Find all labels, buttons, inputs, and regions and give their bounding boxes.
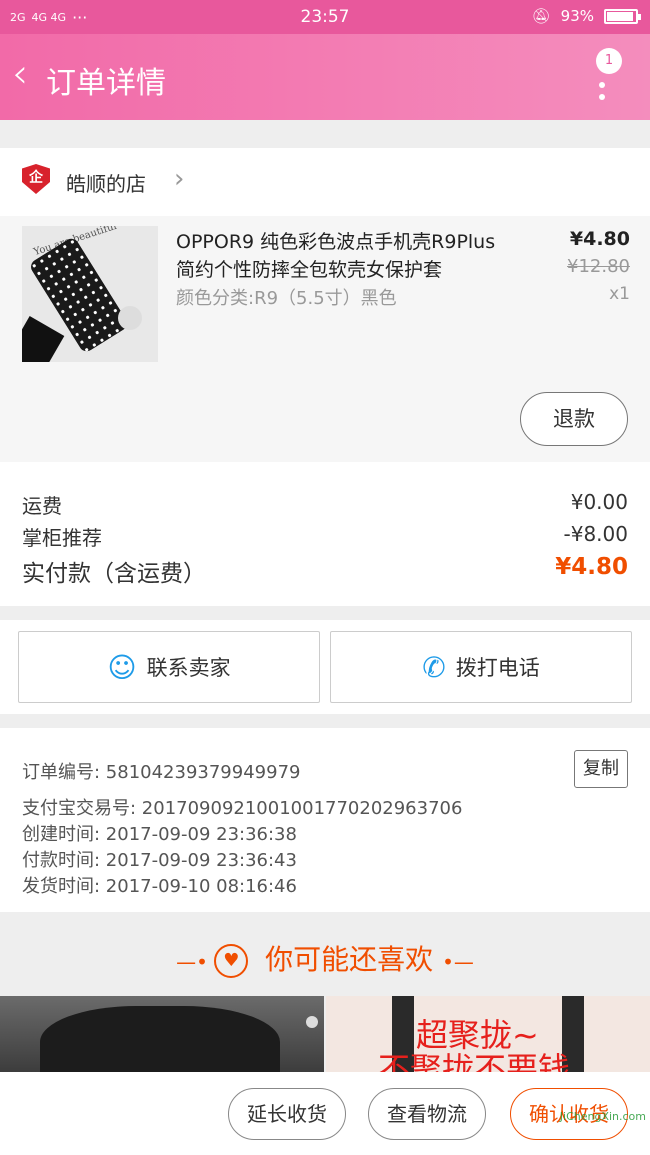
product-quantity: x1	[609, 284, 630, 304]
recommend-title-row: —• ♥ 你可能还喜欢 •—	[0, 938, 650, 978]
thumbnail-shadow	[22, 316, 65, 362]
watermark: JiChengXin.com	[559, 1110, 646, 1123]
enterprise-shield-icon: 企	[22, 164, 50, 194]
total-value: ¥4.80	[555, 554, 628, 580]
shipped-time: 发货时间: 2017-09-10 08:16:46	[22, 876, 297, 897]
cost-summary: 运费 ¥0.00 掌柜推荐 -¥8.00 实付款（含运费） ¥4.80	[0, 462, 650, 606]
alipay-number: 支付宝交易号: 2017090921001001770202963706	[22, 798, 463, 819]
shop-name: 皓顺的店	[66, 172, 146, 196]
refund-button[interactable]: 退款	[520, 392, 628, 446]
nav-bar: ‹ 订单详情 1	[0, 34, 650, 120]
product-original-price: ¥12.80	[567, 256, 630, 277]
product-spec: 颜色分类:R9（5.5寸）黑色	[176, 288, 397, 309]
shipping-label: 运费	[22, 494, 62, 518]
recommend-title: 你可能还喜欢	[265, 943, 434, 976]
recommend-products: 超聚拢~ 不聚拢不要钱	[0, 996, 650, 1076]
product-price: ¥4.80	[569, 228, 630, 250]
product-title: OPPOR9 纯色彩色波点手机壳R9Plus 简约个性防摔全包软壳女保护套	[176, 231, 496, 281]
order-info: 订单编号: 58104239379949979 复制 支付宝交易号: 20170…	[0, 728, 650, 912]
mute-bell-icon: 🔕︎	[531, 7, 551, 25]
product-thumbnail[interactable]: You are beautiful	[22, 226, 158, 362]
chevron-right-icon: ›	[174, 164, 185, 194]
recommend-header: —• ♥ 你可能还喜欢 •—	[0, 912, 650, 996]
jacket-button-shape	[306, 1016, 318, 1028]
created-time: 创建时间: 2017-09-09 23:36:38	[22, 824, 297, 845]
call-phone-label: 拨打电话	[455, 656, 540, 680]
contact-section: ☺ 联系卖家 ✆ 拨打电话	[0, 620, 650, 714]
shipping-row: 运费 ¥0.00	[22, 490, 628, 519]
paid-time: 付款时间: 2017-09-09 23:36:43	[22, 850, 297, 871]
ice-cream-image	[118, 306, 142, 330]
notification-badge: 1	[596, 48, 622, 74]
battery-fill	[607, 11, 634, 21]
recommend-value: -¥8.00	[563, 522, 628, 546]
contact-seller-button[interactable]: ☺ 联系卖家	[18, 631, 320, 703]
order-number: 订单编号: 58104239379949979	[22, 762, 301, 783]
phone-icon: ✆	[422, 650, 446, 684]
right-dash-decoration: •—	[442, 950, 474, 974]
recommend-discount-row: 掌柜推荐 -¥8.00	[22, 522, 628, 551]
status-right: 🔕︎ 93%	[531, 7, 641, 25]
heart-icon: ♥	[214, 944, 249, 978]
product-photo-shape	[40, 1006, 280, 1076]
more-dot-icon	[599, 82, 605, 88]
battery-percent: 93%	[560, 7, 594, 25]
battery-icon	[604, 8, 641, 24]
total-label: 实付款（含运费）	[22, 561, 206, 587]
recommend-product-image[interactable]	[0, 996, 324, 1076]
shop-row[interactable]: 企 皓顺的店 ›	[0, 148, 650, 216]
more-menu-button[interactable]: 1	[596, 48, 622, 108]
copy-button[interactable]: 复制	[574, 750, 628, 788]
call-phone-button[interactable]: ✆ 拨打电话	[330, 631, 632, 703]
order-item[interactable]: You are beautiful OPPOR9 纯色彩色波点手机壳R9Plus…	[0, 216, 650, 462]
left-dash-decoration: —•	[176, 950, 215, 974]
page-title: 订单详情	[46, 66, 166, 101]
extend-receipt-button[interactable]: 延长收货	[228, 1088, 346, 1140]
view-logistics-button[interactable]: 查看物流	[368, 1088, 486, 1140]
shipping-value: ¥0.00	[570, 490, 628, 514]
back-arrow-icon[interactable]: ‹	[12, 54, 28, 94]
recommend-label: 掌柜推荐	[22, 526, 102, 550]
chat-bubble-icon: ☺	[107, 650, 137, 684]
total-row: 实付款（含运费） ¥4.80	[22, 554, 628, 588]
contact-seller-label: 联系卖家	[146, 656, 231, 680]
recommend-product-image[interactable]: 超聚拢~ 不聚拢不要钱	[326, 996, 650, 1076]
bottom-action-bar: 延长收货 查看物流 确认收货 JiChengXin.com	[0, 1072, 650, 1155]
status-bar: 2G 4G 4G ··· 23:57 🔕︎ 93%	[0, 0, 650, 34]
more-dot-icon	[599, 94, 605, 100]
